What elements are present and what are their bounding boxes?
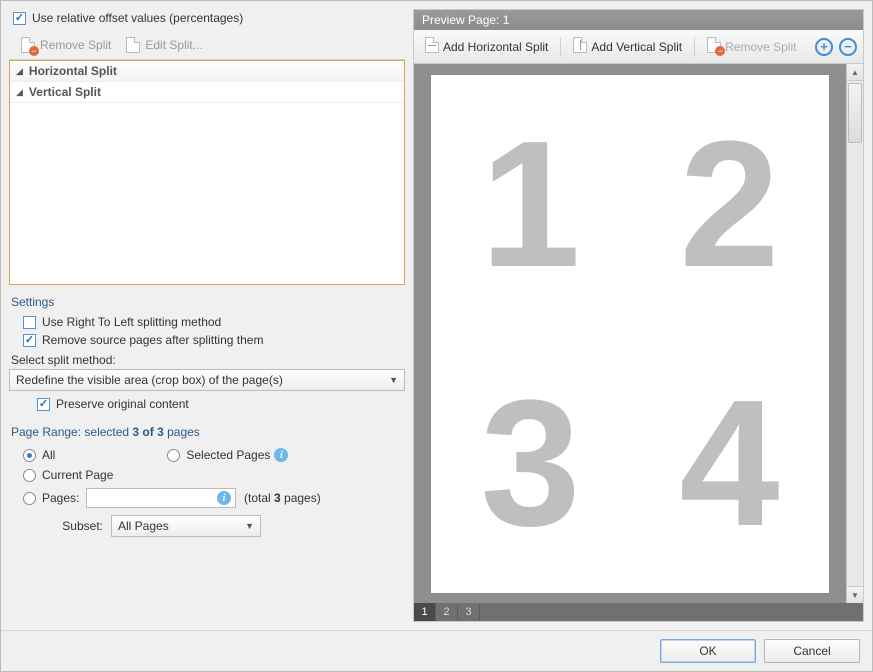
pages-total: (total 3 pages) (244, 491, 321, 505)
toolbar-separator (694, 37, 695, 57)
page-number-1: 1 (480, 101, 580, 308)
page-number-3: 3 (480, 360, 580, 567)
page-tab-strip: 1 2 3 (414, 603, 863, 621)
radio-selected-pages-label: Selected Pages (186, 448, 270, 462)
preserve-original-row[interactable]: Preserve original content (9, 395, 405, 413)
select-method-label: Select split method: (9, 349, 405, 369)
split-method-select[interactable]: Redefine the visible area (crop box) of … (9, 369, 405, 391)
page-tab[interactable]: 3 (458, 603, 480, 621)
cancel-button[interactable]: Cancel (764, 639, 860, 663)
radio-all[interactable] (23, 449, 36, 462)
radio-selected-pages[interactable] (167, 449, 180, 462)
preview-remove-split-button[interactable]: − Remove Split (700, 33, 803, 60)
add-h-label: Add Horizontal Split (443, 40, 548, 54)
chevron-down-icon: ▼ (389, 375, 398, 385)
preserve-original-checkbox[interactable] (37, 398, 50, 411)
edit-split-label: Edit Split... (145, 38, 202, 52)
caret-icon: ◢ (16, 87, 23, 98)
add-vertical-split-button[interactable]: Add Vertical Split (566, 33, 689, 60)
toolbar-separator (560, 37, 561, 57)
pages-total-prefix: (total (244, 491, 274, 505)
use-relative-offsets-checkbox[interactable] (13, 12, 26, 25)
page-remove-icon: − (20, 37, 36, 53)
split-method-value: Redefine the visible area (crop box) of … (16, 373, 283, 387)
page-range-title-prefix: Page Range: selected (11, 425, 132, 439)
splits-tree[interactable]: ◢ Horizontal Split ◢ Vertical Split (9, 60, 405, 285)
dialog-body: Use relative offset values (percentages)… (1, 1, 872, 630)
chevron-down-icon: ▼ (245, 521, 254, 531)
page-range-title-suffix: pages (164, 425, 200, 439)
radio-all-label: All (42, 448, 55, 462)
remove-source-label: Remove source pages after splitting them (42, 333, 263, 347)
splits-toolbar: − Remove Split Edit Split... (9, 31, 405, 60)
preview-page: 1 2 3 4 (430, 74, 830, 594)
add-v-label: Add Vertical Split (591, 40, 682, 54)
remove-source-checkbox[interactable] (23, 334, 36, 347)
radio-row-current: Current Page (9, 465, 405, 485)
tree-item-horizontal[interactable]: ◢ Horizontal Split (10, 61, 404, 82)
preview-header: Preview Page: 1 (414, 10, 863, 30)
preserve-original-label: Preserve original content (56, 397, 189, 411)
pages-input[interactable]: i (86, 488, 236, 508)
radio-row-all-selected: All Selected Pages i (9, 445, 405, 465)
scroll-thumb[interactable] (848, 83, 862, 143)
scroll-up-button[interactable]: ▲ (847, 64, 863, 81)
page-number-4: 4 (679, 360, 779, 567)
page-remove-icon: − (707, 37, 721, 56)
left-panel: Use relative offset values (percentages)… (9, 9, 405, 622)
subset-label: Subset: (23, 519, 111, 533)
dialog-footer: OK Cancel (1, 630, 872, 671)
page-edit-icon (125, 37, 141, 53)
page-tab[interactable]: 1 (414, 603, 436, 621)
tree-item-label: Vertical Split (29, 85, 101, 99)
use-relative-offsets-row[interactable]: Use relative offset values (percentages) (9, 9, 405, 31)
radio-current-page[interactable] (23, 469, 36, 482)
radio-pages[interactable] (23, 492, 36, 505)
info-icon[interactable]: i (274, 448, 288, 462)
info-icon[interactable]: i (217, 491, 231, 505)
caret-icon: ◢ (16, 66, 23, 77)
radio-pages-label: Pages: (42, 491, 86, 505)
page-number-2: 2 (679, 101, 779, 308)
page-vsplit-icon (573, 37, 587, 56)
preview-toolbar: Add Horizontal Split Add Vertical Split … (414, 30, 863, 64)
zoom-in-button[interactable]: + (815, 38, 833, 56)
rtl-label: Use Right To Left splitting method (42, 315, 221, 329)
pages-total-count: 3 (274, 491, 281, 505)
remove-split-label: Remove Split (40, 38, 111, 52)
pages-total-suffix: pages) (281, 491, 321, 505)
remove-source-row[interactable]: Remove source pages after splitting them (9, 331, 405, 349)
preview-remove-label: Remove Split (725, 40, 796, 54)
subset-value: All Pages (118, 519, 169, 533)
rtl-row[interactable]: Use Right To Left splitting method (9, 313, 405, 331)
settings-title: Settings (11, 295, 405, 309)
page-range-title: Page Range: selected 3 of 3 pages (11, 425, 405, 439)
radio-row-pages: Pages: i (total 3 pages) (9, 485, 405, 511)
zoom-out-button[interactable]: − (839, 38, 857, 56)
page-tab[interactable]: 2 (436, 603, 458, 621)
page-viewport[interactable]: 1 2 3 4 (414, 64, 846, 603)
tree-item-label: Horizontal Split (29, 64, 117, 78)
tree-item-vertical[interactable]: ◢ Vertical Split (10, 82, 404, 103)
preview-panel: Preview Page: 1 Add Horizontal Split Add… (413, 9, 864, 622)
edit-split-button[interactable]: Edit Split... (118, 33, 209, 57)
split-pages-dialog: Use relative offset values (percentages)… (0, 0, 873, 672)
preview-area: 1 2 3 4 ▲ ▼ (414, 64, 863, 603)
radio-selected-pages-group: Selected Pages i (167, 448, 288, 462)
subset-select[interactable]: All Pages ▼ (111, 515, 261, 537)
use-relative-offsets-label: Use relative offset values (percentages) (32, 11, 243, 25)
rtl-checkbox[interactable] (23, 316, 36, 329)
subset-row: Subset: All Pages ▼ (9, 511, 405, 541)
add-horizontal-split-button[interactable]: Add Horizontal Split (418, 33, 555, 60)
radio-current-page-label: Current Page (42, 468, 113, 482)
remove-split-button[interactable]: − Remove Split (13, 33, 118, 57)
page-range-title-count: 3 of 3 (132, 425, 163, 439)
ok-button[interactable]: OK (660, 639, 756, 663)
page-hsplit-icon (425, 37, 439, 56)
vertical-scrollbar[interactable]: ▲ ▼ (846, 64, 863, 603)
scroll-down-button[interactable]: ▼ (847, 586, 863, 603)
